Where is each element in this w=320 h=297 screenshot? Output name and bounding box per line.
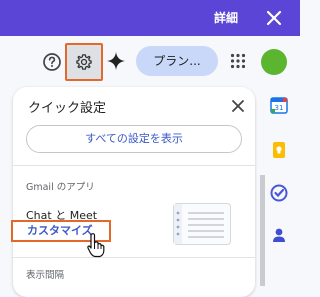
svg-text:31: 31 [275, 104, 284, 112]
top-banner: 詳細 [0, 0, 300, 36]
contacts-icon[interactable] [270, 226, 288, 244]
all-settings-button[interactable]: すべての設定を表示 [26, 125, 242, 153]
hand-cursor-icon [86, 232, 108, 258]
scrollbar[interactable] [260, 175, 265, 286]
panel-title: クイック設定 [28, 101, 107, 116]
keep-notes-icon[interactable] [270, 141, 288, 159]
close-icon[interactable] [231, 98, 245, 112]
detail-link[interactable]: 詳細 [214, 0, 238, 36]
quick-settings-panel: クイック設定 すべての設定を表示 Gmail のアプリ Chat と Meet … [11, 87, 255, 297]
calendar-icon[interactable]: 31 [270, 96, 288, 114]
settings-button[interactable] [65, 43, 103, 81]
section-title: Gmail のアプリ [26, 182, 95, 193]
apps-grid-icon[interactable] [230, 53, 246, 69]
gear-icon [76, 54, 92, 70]
help-icon[interactable] [42, 52, 62, 72]
toolbar: プラン... [0, 36, 300, 86]
divider [13, 165, 255, 166]
plan-button[interactable]: プラン... [136, 46, 218, 76]
section-title: 表示間隔 [26, 270, 65, 281]
tasks-icon[interactable] [270, 184, 288, 202]
sparkle-icon[interactable] [106, 51, 126, 71]
chat-meet-preview [173, 203, 231, 245]
close-icon[interactable] [264, 8, 284, 28]
divider [13, 257, 255, 258]
avatar[interactable] [261, 49, 287, 75]
